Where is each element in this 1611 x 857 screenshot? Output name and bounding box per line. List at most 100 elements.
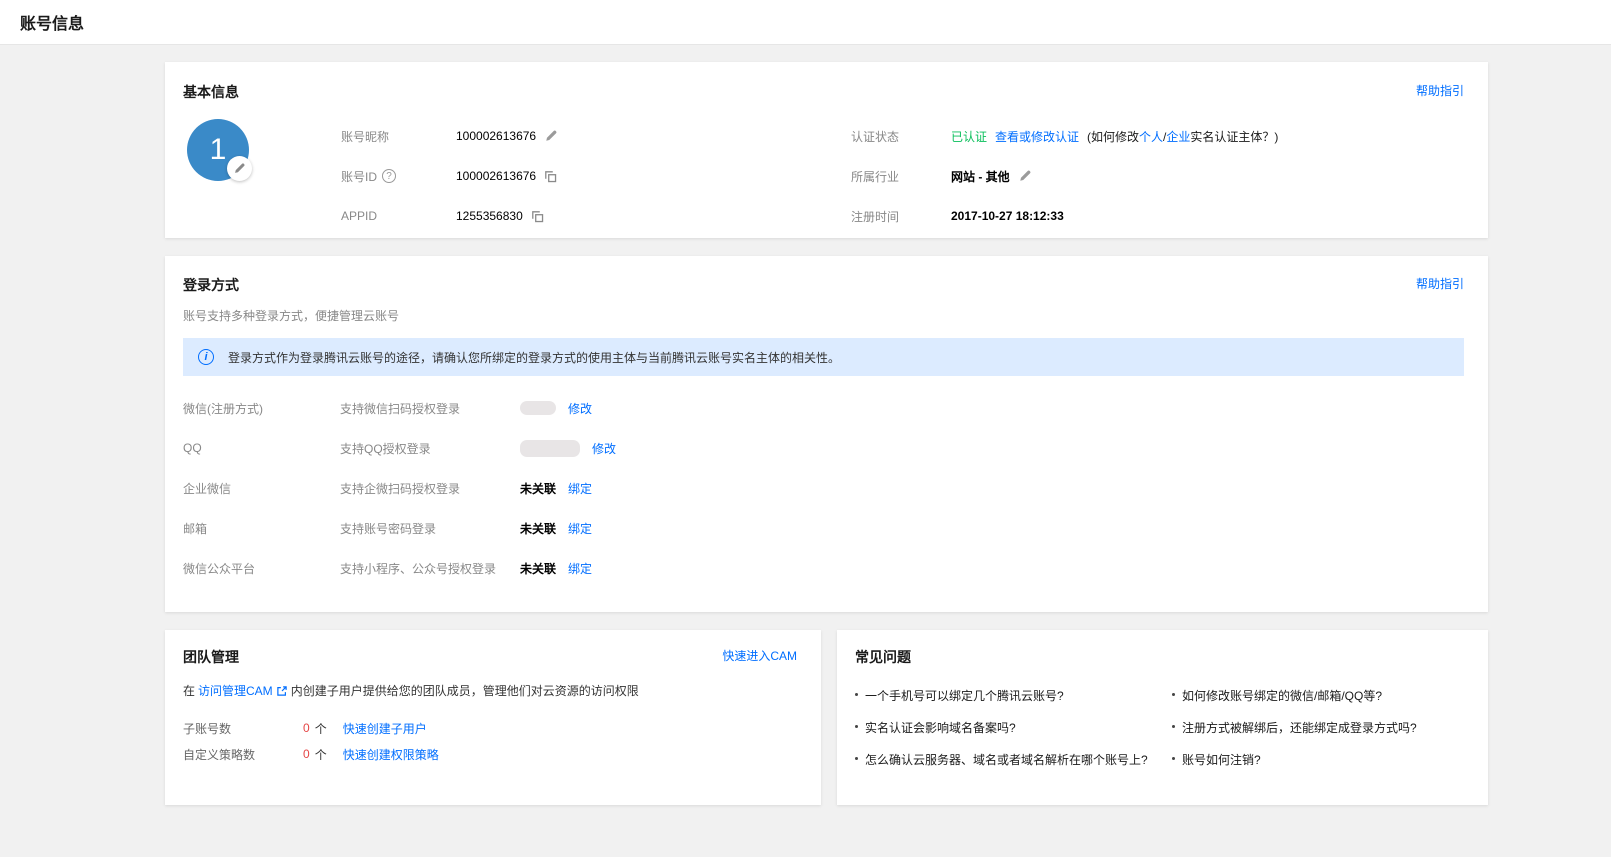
basic-help-link[interactable]: 帮助指引	[1416, 82, 1464, 99]
auth-enterprise-link[interactable]: 企业	[1166, 130, 1190, 144]
login-method-status: 未关联	[520, 520, 556, 537]
login-method-desc: 支持QQ授权登录	[340, 440, 520, 457]
copy-account-id-icon[interactable]	[544, 170, 557, 183]
faq-item-text: 如何修改账号绑定的微信/邮箱/QQ等?	[1182, 687, 1382, 704]
auth-note: (如何修改个人/企业实名认证主体？)	[1087, 128, 1278, 145]
bullet-dot	[855, 757, 858, 760]
login-method-status: 未关联	[520, 560, 556, 577]
login-method-status: 未关联	[520, 480, 556, 497]
stat-unit: 个	[315, 746, 327, 763]
bind-wecom-link[interactable]: 绑定	[568, 480, 592, 497]
login-row-wechat-official: 微信公众平台 支持小程序、公众号授权登录 未关联 绑定	[183, 548, 1464, 588]
faq-item-text: 实名认证会影响域名备案吗?	[865, 719, 1016, 736]
info-icon: i	[198, 349, 214, 365]
login-methods-title: 登录方式	[183, 275, 239, 295]
faq-item[interactable]: 实名认证会影响域名备案吗?	[855, 719, 1172, 736]
account-id-value: 100002613676	[456, 169, 536, 183]
login-notice-text: 登录方式作为登录腾讯云账号的途径，请确认您所绑定的登录方式的使用主体与当前腾讯云…	[228, 349, 840, 366]
bullet-dot	[855, 725, 858, 728]
login-method-name: 邮箱	[183, 520, 340, 537]
team-title: 团队管理	[183, 647, 239, 667]
team-description: 在访问管理CAM 内创建子用户提供给您的团队成员，管理他们对云资源的访问权限	[183, 682, 797, 699]
redacted-value	[520, 440, 580, 457]
stat-unit: 个	[315, 720, 327, 737]
top-bar: 账号信息	[0, 0, 1611, 45]
faq-item-text: 账号如何注销?	[1182, 751, 1261, 768]
login-notice-banner: i 登录方式作为登录腾讯云账号的途径，请确认您所绑定的登录方式的使用主体与当前腾…	[183, 338, 1464, 376]
login-row-wechat: 微信(注册方式) 支持微信扫码授权登录 修改	[183, 388, 1464, 428]
faq-item-text: 注册方式被解绑后，还能绑定成登录方式吗?	[1182, 719, 1417, 736]
faq-item[interactable]: 一个手机号可以绑定几个腾讯云账号?	[855, 687, 1172, 704]
faq-item[interactable]: 注册方式被解绑后，还能绑定成登录方式吗?	[1172, 719, 1464, 736]
faq-item-text: 怎么确认云服务器、域名或者域名解析在哪个账号上?	[865, 751, 1148, 768]
stat-count: 0	[303, 721, 310, 735]
login-method-desc: 支持小程序、公众号授权登录	[340, 560, 520, 577]
faq-item[interactable]: 账号如何注销?	[1172, 751, 1464, 768]
modify-wechat-link[interactable]: 修改	[568, 400, 592, 417]
modify-qq-link[interactable]: 修改	[592, 440, 616, 457]
nickname-label: 账号昵称	[341, 128, 456, 145]
login-method-name: 微信(注册方式)	[183, 400, 340, 417]
login-method-desc: 支持企微扫码授权登录	[340, 480, 520, 497]
faq-title: 常见问题	[855, 647, 911, 667]
help-circle-icon[interactable]: ?	[382, 169, 396, 183]
edit-nickname-icon[interactable]	[544, 129, 558, 143]
login-method-name: 企业微信	[183, 480, 340, 497]
faq-item[interactable]: 如何修改账号绑定的微信/邮箱/QQ等?	[1172, 687, 1464, 704]
login-method-desc: 支持账号密码登录	[340, 520, 520, 537]
nickname-row: 账号昵称 100002613676	[341, 116, 851, 156]
faq-card: 常见问题 一个手机号可以绑定几个腾讯云账号? 实名认证会影响域名备案吗? 怎么确…	[837, 630, 1488, 805]
team-management-card: 团队管理 快速进入CAM 在访问管理CAM 内创建子用户提供给您的团队成员，管理…	[165, 630, 821, 805]
stat-label: 子账号数	[183, 720, 303, 737]
industry-row: 所属行业 网站 - 其他	[851, 156, 1464, 196]
industry-value: 网站 - 其他	[951, 168, 1010, 185]
bullet-dot	[1172, 693, 1175, 696]
auth-personal-link[interactable]: 个人	[1139, 130, 1163, 144]
register-time-row: 注册时间 2017-10-27 18:12:33	[851, 196, 1464, 236]
sub-account-stat-row: 子账号数 0 个 快速创建子用户	[183, 715, 797, 741]
create-sub-user-link[interactable]: 快速创建子用户	[343, 720, 427, 737]
enter-cam-link[interactable]: 快速进入CAM	[722, 647, 797, 664]
faq-item-text: 一个手机号可以绑定几个腾讯云账号?	[865, 687, 1064, 704]
industry-label: 所属行业	[851, 168, 951, 185]
create-policy-link[interactable]: 快速创建权限策略	[343, 746, 439, 763]
account-id-label: 账号ID	[341, 168, 377, 185]
login-method-name: 微信公众平台	[183, 560, 340, 577]
basic-info-title: 基本信息	[183, 82, 239, 102]
avatar-edit-button[interactable]	[227, 156, 252, 181]
cam-console-link[interactable]: 访问管理CAM	[198, 682, 273, 699]
appid-row: APPID 1255356830	[341, 196, 851, 236]
login-row-email: 邮箱 支持账号密码登录 未关联 绑定	[183, 508, 1464, 548]
auth-status-label: 认证状态	[851, 128, 951, 145]
register-time-label: 注册时间	[851, 208, 951, 225]
account-id-row: 账号ID ? 100002613676	[341, 156, 851, 196]
auth-status-badge: 已认证	[951, 128, 987, 145]
bind-wechat-official-link[interactable]: 绑定	[568, 560, 592, 577]
bind-email-link[interactable]: 绑定	[568, 520, 592, 537]
login-method-desc: 支持微信扫码授权登录	[340, 400, 520, 417]
nickname-value: 100002613676	[456, 129, 536, 143]
bullet-dot	[1172, 757, 1175, 760]
basic-info-card: 基本信息 帮助指引 1 账号昵称 100002613676	[165, 62, 1488, 238]
avatar-wrap: 1	[183, 116, 341, 236]
login-row-wecom: 企业微信 支持企微扫码授权登录 未关联 绑定	[183, 468, 1464, 508]
edit-industry-icon[interactable]	[1018, 169, 1032, 183]
custom-policy-stat-row: 自定义策略数 0 个 快速创建权限策略	[183, 741, 797, 767]
external-link-icon	[276, 685, 288, 697]
copy-appid-icon[interactable]	[531, 210, 544, 223]
login-subtitle: 账号支持多种登录方式，便捷管理云账号	[183, 307, 1464, 324]
appid-value: 1255356830	[456, 209, 523, 223]
register-time-value: 2017-10-27 18:12:33	[951, 209, 1064, 223]
bullet-dot	[855, 693, 858, 696]
auth-manage-link[interactable]: 查看或修改认证	[995, 128, 1079, 145]
stat-label: 自定义策略数	[183, 746, 303, 763]
login-methods-card: 登录方式 帮助指引 账号支持多种登录方式，便捷管理云账号 i 登录方式作为登录腾…	[165, 256, 1488, 612]
login-row-qq: QQ 支持QQ授权登录 修改	[183, 428, 1464, 468]
bullet-dot	[1172, 725, 1175, 728]
stat-count: 0	[303, 747, 310, 761]
faq-item[interactable]: 怎么确认云服务器、域名或者域名解析在哪个账号上?	[855, 751, 1172, 768]
appid-label: APPID	[341, 209, 456, 223]
auth-status-row: 认证状态 已认证 查看或修改认证 (如何修改个人/企业实名认证主体？)	[851, 116, 1464, 156]
login-help-link[interactable]: 帮助指引	[1416, 275, 1464, 292]
redacted-value	[520, 401, 556, 415]
